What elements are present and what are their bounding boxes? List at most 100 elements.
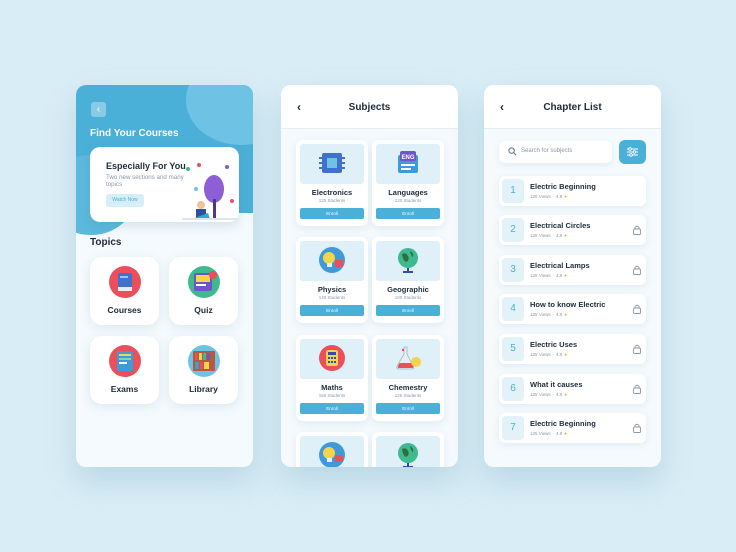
subject-students: 125 Students [318,198,346,203]
chapter-item[interactable]: 5 Electric Uses 125 Views · 4.9 ★ [499,334,646,364]
chapter-item[interactable]: 1 Electric Beginning 125 Views · 4.9 ★ [499,176,646,206]
lock-icon [633,265,641,275]
subject-name: Geographic [387,285,429,294]
subject-thumbnail [300,144,364,184]
subject-thumbnail [376,241,440,281]
chapter-title: Electric Beginning [530,182,596,191]
subject-card-partial[interactable] [296,432,368,467]
bookshelf-icon [188,345,220,377]
chapter-views: 125 Views [530,352,551,357]
chapter-rating: 4.9 [555,392,563,397]
subject-students: 120 Students [394,198,422,203]
subject-card-chemistry[interactable]: Chemestry 125 Students Enroll [372,335,444,421]
promo-card[interactable]: Especially For You Two new sections and … [90,147,239,222]
chapter-rating: 4.9 [555,431,563,436]
enroll-button[interactable]: Enroll [376,305,440,316]
search-icon [508,147,517,156]
subject-card-geographic[interactable]: Geographic 100 Students Enroll [372,237,444,323]
globe-icon [398,248,418,273]
filter-button[interactable] [619,140,646,164]
chapter-meta: 125 Views · 4.9 ★ [530,431,568,436]
search-input[interactable]: Search for subjects [499,141,612,163]
chapter-rating: 4.9 [555,312,563,317]
subject-thumbnail [300,339,364,379]
topic-label: Courses [107,305,142,315]
lock-icon [633,304,641,314]
subject-name: Chemestry [388,383,428,392]
topic-exams[interactable]: Exams [90,336,159,404]
subject-card-maths[interactable]: Maths 150 Students Enroll [296,335,368,421]
star-icon: ★ [563,352,568,357]
lightbulb-icon [319,442,345,467]
enroll-button[interactable]: Enroll [300,208,364,219]
enroll-button[interactable]: Enroll [300,403,364,414]
topic-courses[interactable]: Courses [90,257,159,325]
chapter-item[interactable]: 6 What it causes 125 Views · 4.9 ★ [499,374,646,404]
chapter-meta: 125 Views · 4.9 ★ [530,233,568,238]
subject-thumbnail: ENG [376,144,440,184]
chapter-title: Electric Uses [530,340,578,349]
subject-card-partial[interactable] [372,432,444,467]
topic-quiz[interactable]: Quiz [169,257,238,325]
topic-label: Library [189,384,218,394]
chapter-number: 3 [502,258,524,282]
subject-name: Electronics [311,188,353,197]
star-icon: ★ [563,233,568,238]
topics-heading: Topics [90,237,122,248]
flask-icon [396,346,421,370]
globe-icon [398,443,418,467]
chapter-meta: 125 Views · 4.9 ★ [530,273,568,278]
chapter-views: 125 Views [530,431,551,436]
topic-library[interactable]: Library [169,336,238,404]
subject-card-electronics[interactable]: Electronics 125 Students Enroll [296,140,368,226]
lock-icon [633,344,641,354]
subjects-screen: ‹ Subjects Electronics 125 Students Enro… [281,85,458,467]
topic-label: Exams [110,384,139,394]
quiz-board-icon [188,266,220,298]
chapter-item[interactable]: 4 How to know Electric 125 Views · 4.9 ★ [499,294,646,324]
chapter-rating: 4.9 [555,233,563,238]
subject-thumbnail [300,241,364,281]
subject-card-languages[interactable]: ENG Languages 120 Students Enroll [372,140,444,226]
subject-name: Maths [321,383,343,392]
page-title: Find Your Courses [90,128,179,139]
promo-subtitle: Two new sections and many topics [106,174,184,188]
enroll-button[interactable]: Enroll [376,208,440,219]
svg-text:ENG: ENG [401,155,414,161]
chapter-item[interactable]: 3 Electrical Lamps 125 Views · 4.9 ★ [499,255,646,285]
chip-icon [319,153,345,173]
lightbulb-icon [319,247,345,273]
chapter-item[interactable]: 7 Electric Beginning 125 Views · 4.9 ★ [499,413,646,443]
book-icon [109,266,141,298]
chapter-number: 4 [502,297,524,321]
back-button[interactable]: ‹ [91,102,106,117]
chapter-number: 5 [502,337,524,361]
chapter-views: 125 Views [530,312,551,317]
header: ‹ Subjects [281,85,458,129]
subject-thumbnail [376,339,440,379]
lock-icon [633,225,641,235]
watch-now-button[interactable]: Watch Now [106,194,144,207]
chapter-title: Electric Beginning [530,419,596,428]
subject-thumbnail [376,436,440,467]
calculator-icon [319,345,345,371]
enroll-button[interactable]: Enroll [376,403,440,414]
chapter-meta: 125 Views · 4.9 ★ [530,352,568,357]
promo-title: Especially For You [106,161,186,171]
header: ‹ Chapter List [484,85,661,129]
star-icon: ★ [563,194,568,199]
chapter-title: Electrical Circles [530,221,591,230]
chapter-list-screen: ‹ Chapter List Search for subjects 1 Ele… [484,85,661,467]
search-placeholder: Search for subjects [521,148,573,154]
subject-name: Physics [317,285,347,294]
chevron-left-icon: ‹ [96,104,101,115]
lock-icon [633,423,641,433]
page-title: Chapter List [543,102,602,113]
chapter-meta: 125 Views · 4.9 ★ [530,194,568,199]
chapter-item[interactable]: 2 Electrical Circles 125 Views · 4.9 ★ [499,215,646,245]
student-reading-illustration [182,163,237,220]
subject-card-physics[interactable]: Physics 140 Students Enroll [296,237,368,323]
enroll-button[interactable]: Enroll [300,305,364,316]
chapter-views: 125 Views [530,233,551,238]
sliders-icon [627,147,638,157]
